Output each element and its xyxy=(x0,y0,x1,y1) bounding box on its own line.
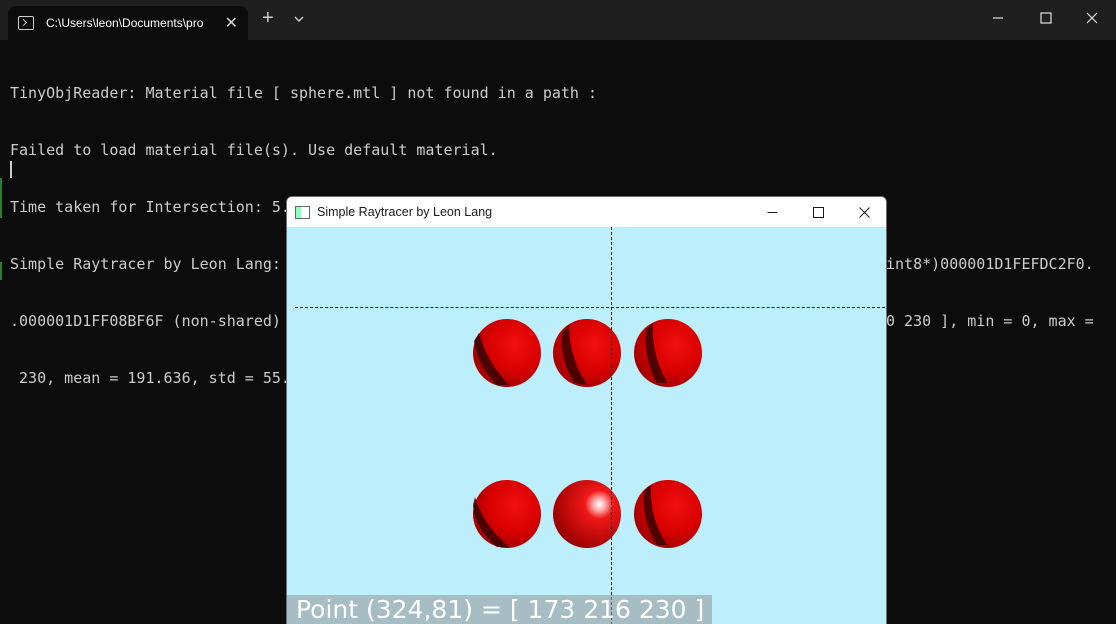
app-maximize-button[interactable] xyxy=(795,197,841,227)
render-image xyxy=(473,319,702,548)
app-minimize-button[interactable] xyxy=(749,197,795,227)
render-viewport[interactable]: Point (324,81) = [ 173 216 230 ] xyxy=(287,227,886,624)
scroll-mark xyxy=(0,178,2,218)
maximize-icon xyxy=(1040,12,1052,24)
crosshair-vertical xyxy=(611,227,612,624)
sphere xyxy=(473,480,541,548)
maximize-icon xyxy=(812,206,824,218)
minimize-icon xyxy=(767,211,777,213)
text-cursor xyxy=(10,161,12,178)
raytracer-title: Simple Raytracer by Leon Lang xyxy=(317,205,493,219)
terminal-line: TinyObjReader: Material file [ sphere.mt… xyxy=(10,84,597,102)
sphere xyxy=(634,480,702,548)
scroll-mark xyxy=(0,262,2,280)
maximize-button[interactable] xyxy=(1023,0,1069,36)
terminal-titlebar: C:\Users\leon\Documents\pro ✕ + xyxy=(0,0,1116,40)
terminal-icon xyxy=(18,16,34,30)
sphere xyxy=(473,319,541,387)
raytracer-titlebar[interactable]: Simple Raytracer by Leon Lang xyxy=(287,197,886,227)
terminal-tab-title: C:\Users\leon\Documents\pro xyxy=(46,16,204,30)
tab-close-icon[interactable]: ✕ xyxy=(225,13,238,33)
new-tab-button[interactable]: + xyxy=(262,7,274,30)
app-window-icon xyxy=(295,205,310,219)
chevron-down-icon[interactable] xyxy=(292,12,306,26)
app-close-button[interactable] xyxy=(841,197,886,227)
terminal-line: Failed to load material file(s). Use def… xyxy=(10,141,498,159)
close-button[interactable] xyxy=(1069,0,1115,36)
close-icon xyxy=(858,206,870,218)
close-icon xyxy=(1086,12,1098,24)
minimize-icon xyxy=(993,17,1003,19)
terminal-tab[interactable]: C:\Users\leon\Documents\pro ✕ xyxy=(8,6,248,40)
raytracer-window[interactable]: Simple Raytracer by Leon Lang Point (324… xyxy=(286,196,887,624)
crosshair-horizontal xyxy=(295,307,885,308)
sphere xyxy=(634,319,702,387)
pixel-status-readout: Point (324,81) = [ 173 216 230 ] xyxy=(287,595,713,624)
minimize-button[interactable] xyxy=(975,0,1021,36)
